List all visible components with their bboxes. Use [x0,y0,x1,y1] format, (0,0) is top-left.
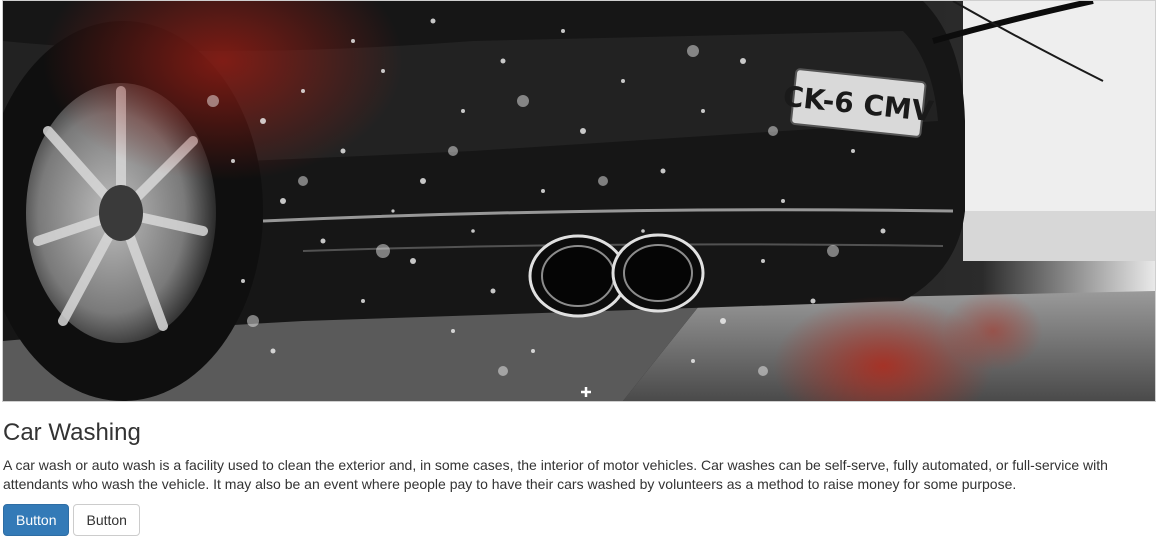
card-title: Car Washing [3,419,141,446]
primary-button[interactable]: Button [3,504,70,536]
secondary-button[interactable]: Button [73,504,140,536]
card-actions: Button Button [3,504,1153,536]
hero-image: CK-6 CMV [2,0,1156,402]
card-caption: Car Washing A car wash or auto wash is a… [3,418,1153,536]
thumbnail-card: CK-6 CMV Car Washing A car wash or auto … [0,0,1156,543]
card-description: A car wash or auto wash is a facility us… [3,457,1108,492]
